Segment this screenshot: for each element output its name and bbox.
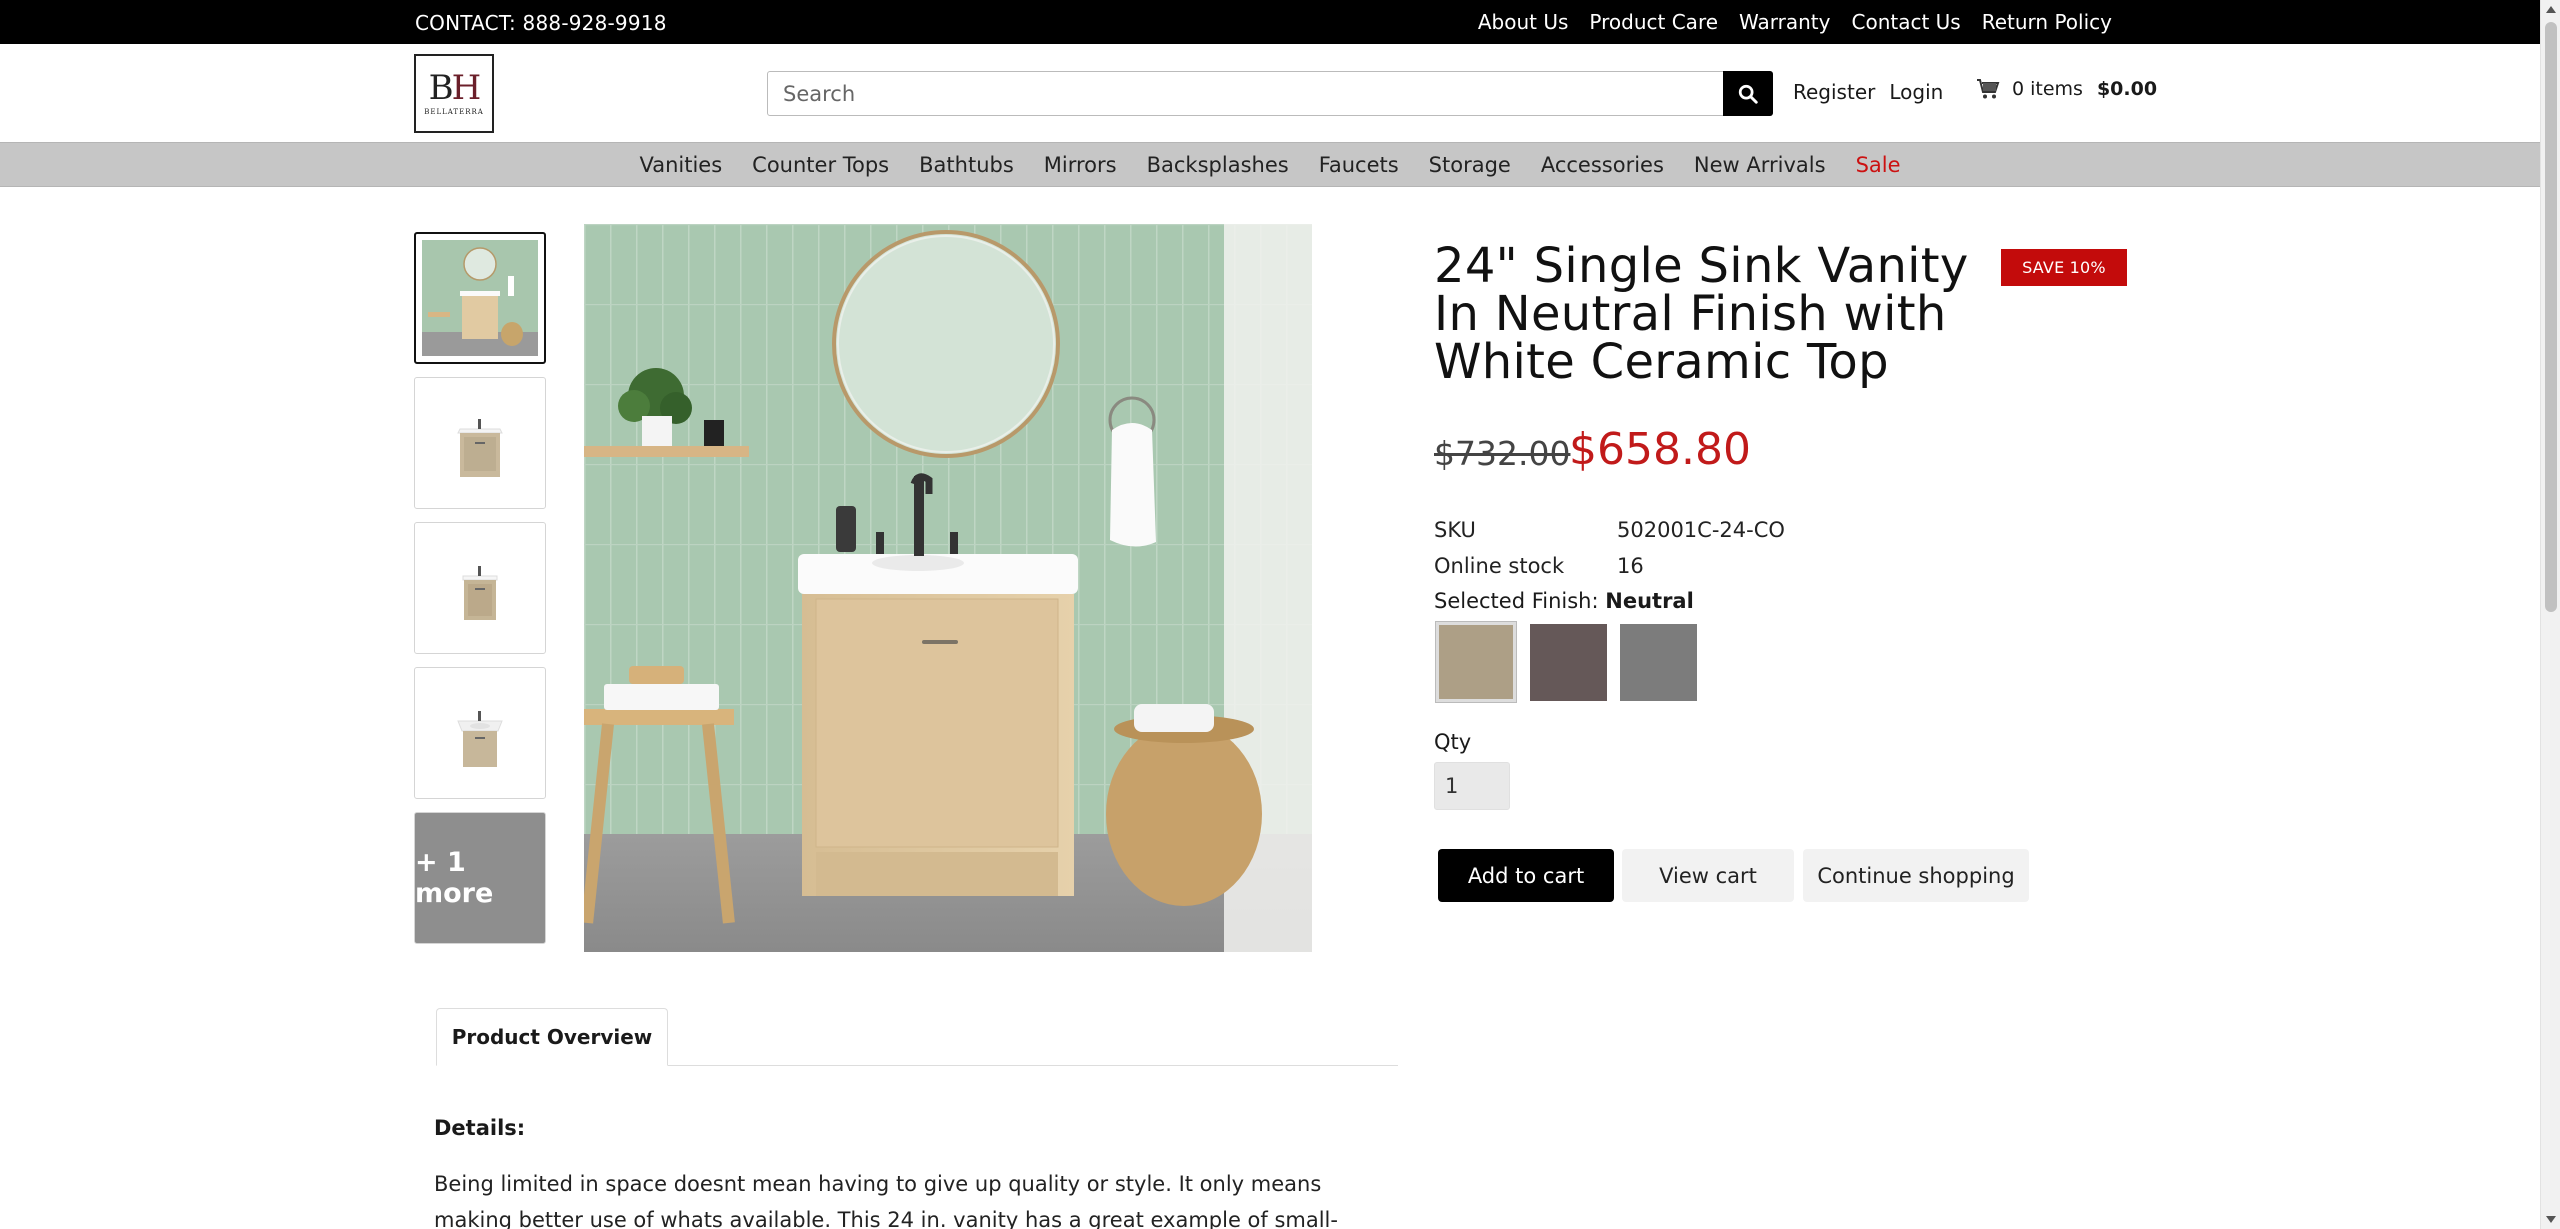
gallery-thumbnail-4[interactable] <box>414 667 546 799</box>
view-cart-button[interactable]: View cart <box>1622 849 1794 902</box>
original-price: $732.00 <box>1434 434 1571 473</box>
finish-label: Selected Finish: <box>1434 589 1599 613</box>
nav-item-mirrors[interactable]: Mirrors <box>1044 153 1117 177</box>
nav-item-storage[interactable]: Storage <box>1429 153 1511 177</box>
details-heading: Details: <box>434 1116 526 1140</box>
account-links: Register Login <box>1793 80 1943 104</box>
site-logo[interactable]: BH BELLATERRA <box>414 54 494 133</box>
top-link-warranty[interactable]: Warranty <box>1739 10 1830 34</box>
nav-item-counter-tops[interactable]: Counter Tops <box>752 153 889 177</box>
finish-swatch-3[interactable] <box>1620 624 1697 701</box>
search-button[interactable] <box>1723 71 1773 116</box>
login-link[interactable]: Login <box>1889 80 1943 104</box>
gallery-more-button[interactable]: + 1 more <box>414 812 546 944</box>
gallery-thumbnail-1[interactable] <box>414 232 546 364</box>
top-bar: CONTACT: 888-928-9918 About Us Product C… <box>0 0 2540 44</box>
main-product-image[interactable] <box>584 224 1312 952</box>
search-bar <box>767 71 1773 116</box>
nav-item-sale[interactable]: Sale <box>1856 153 1901 177</box>
top-link-about-us[interactable]: About Us <box>1478 10 1569 34</box>
thumbnail-vanity-angle-image <box>430 393 530 493</box>
sale-price: $658.80 <box>1569 424 1751 475</box>
search-icon <box>1738 84 1758 104</box>
product-title: 24" Single Sink Vanity In Neutral Finish… <box>1434 238 1969 390</box>
sku-value: 502001C-24-CO <box>1617 518 1785 542</box>
details-text: Being limited in space doesnt mean havin… <box>434 1172 1338 1229</box>
page-scrollbar[interactable] <box>2540 0 2560 1229</box>
nav-item-faucets[interactable]: Faucets <box>1319 153 1399 177</box>
selected-finish: Selected Finish: Neutral <box>1434 589 1694 613</box>
scroll-up-arrow-icon[interactable] <box>2546 6 2556 13</box>
site-header: BH BELLATERRA Register Login 0 items $0.… <box>0 44 2540 142</box>
nav-item-bathtubs[interactable]: Bathtubs <box>919 153 1014 177</box>
stock-value: 16 <box>1617 554 1644 578</box>
gallery-thumbnail-3[interactable] <box>414 522 546 654</box>
top-link-product-care[interactable]: Product Care <box>1589 10 1718 34</box>
contact-phone: CONTACT: 888-928-9918 <box>415 11 667 35</box>
main-nav: Vanities Counter Tops Bathtubs Mirrors B… <box>0 142 2540 187</box>
scroll-down-arrow-icon[interactable] <box>2546 1216 2556 1223</box>
cart-icon <box>1977 79 2000 99</box>
thumbnail-vanity-front-image <box>430 538 530 638</box>
nav-item-accessories[interactable]: Accessories <box>1541 153 1664 177</box>
finish-value: Neutral <box>1605 589 1694 613</box>
add-to-cart-button[interactable]: Add to cart <box>1438 849 1614 902</box>
finish-swatch-neutral[interactable] <box>1435 621 1517 703</box>
nav-item-new-arrivals[interactable]: New Arrivals <box>1694 153 1826 177</box>
mini-cart[interactable]: 0 items $0.00 <box>1976 78 2157 100</box>
register-link[interactable]: Register <box>1793 80 1875 104</box>
nav-item-backsplashes[interactable]: Backsplashes <box>1147 153 1289 177</box>
cart-total: $0.00 <box>2096 78 2158 100</box>
continue-shopping-button[interactable]: Continue shopping <box>1803 849 2029 902</box>
tab-product-overview[interactable]: Product Overview <box>436 1008 668 1066</box>
logo-brand-text: BELLATERRA <box>424 108 484 116</box>
qty-input[interactable] <box>1434 762 1510 810</box>
top-links: About Us Product Care Warranty Contact U… <box>1478 10 2112 34</box>
more-images-label: + 1 more <box>415 847 494 909</box>
finish-swatch-2[interactable] <box>1530 624 1607 701</box>
product-scene-illustration <box>584 224 1312 952</box>
gallery-thumbnail-2[interactable] <box>414 377 546 509</box>
thumbnail-scene-image <box>422 240 538 356</box>
thumbnail-vanity-top-image <box>430 683 530 783</box>
nav-item-vanities[interactable]: Vanities <box>639 153 722 177</box>
logo-monogram: BH <box>428 68 482 108</box>
search-input[interactable] <box>768 72 1718 115</box>
cart-item-count: 0 items <box>2012 78 2083 100</box>
save-badge: SAVE 10% <box>2001 249 2127 286</box>
qty-label: Qty <box>1434 730 1472 754</box>
stock-label: Online stock <box>1434 554 1565 578</box>
scrollbar-thumb[interactable] <box>2545 22 2557 612</box>
top-link-return-policy[interactable]: Return Policy <box>1982 10 2112 34</box>
top-link-contact-us[interactable]: Contact Us <box>1852 10 1961 34</box>
sku-label: SKU <box>1434 518 1476 542</box>
